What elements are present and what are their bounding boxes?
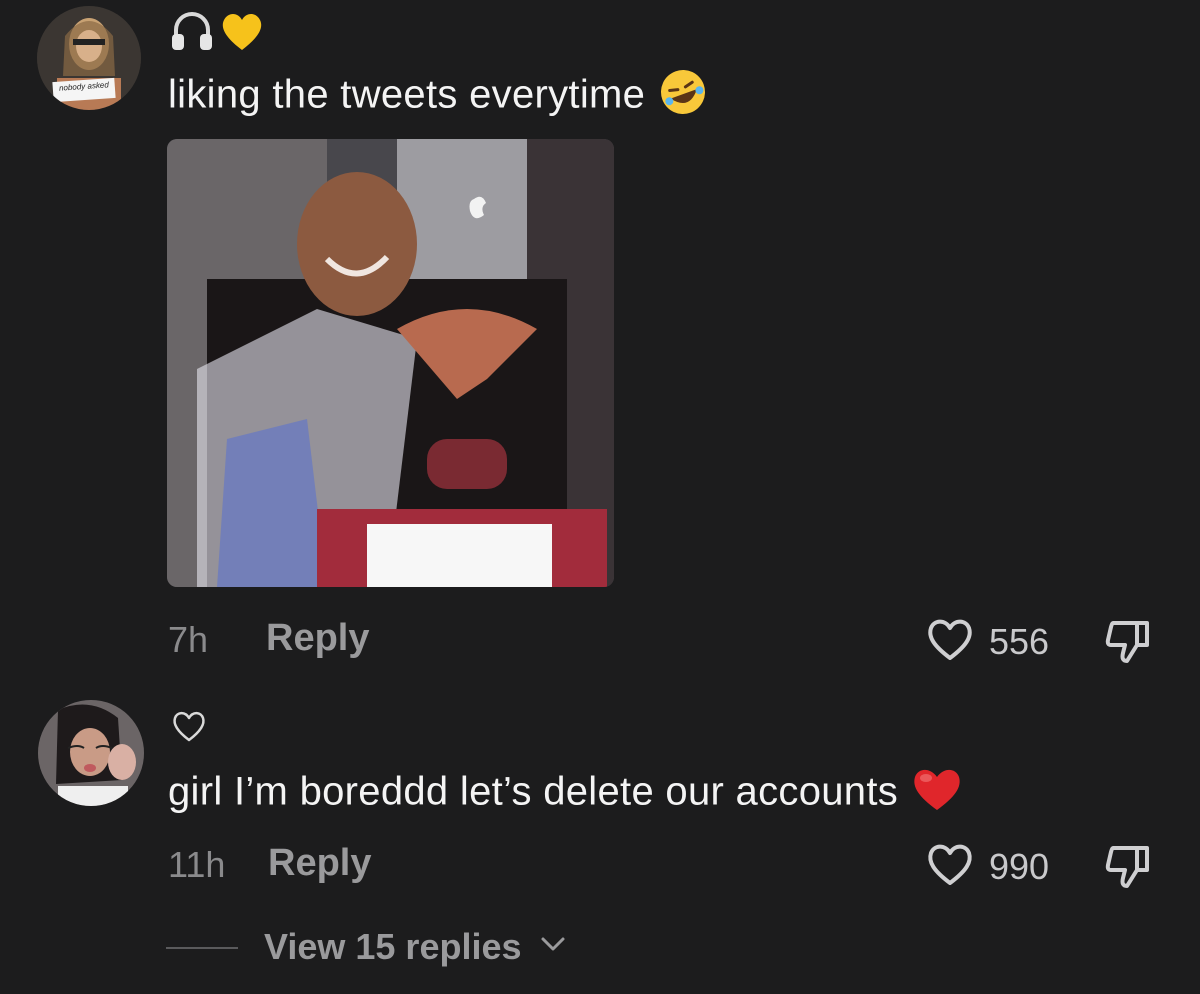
chevron-down-icon bbox=[539, 934, 567, 959]
reply-button[interactable]: Reply bbox=[268, 842, 371, 885]
like-count: 556 bbox=[989, 621, 1050, 662]
rolling-on-floor-laughing-emoji bbox=[657, 66, 709, 128]
comment-text: girl I’m boreddd let’s delete our accoun… bbox=[168, 764, 964, 824]
comment-text: liking the tweets everytime bbox=[168, 66, 709, 128]
comment-item: nobody asked liking the tweets everytime bbox=[0, 0, 1200, 690]
comment-item: girl I’m boreddd let’s delete our accoun… bbox=[0, 690, 1200, 994]
avatar[interactable]: nobody asked bbox=[37, 6, 141, 110]
red-heart-emoji bbox=[910, 764, 964, 824]
like-button[interactable]: 556 bbox=[925, 615, 1065, 665]
comment-actions: 11h Reply 990 bbox=[168, 840, 1168, 890]
view-replies-button[interactable]: View 15 replies bbox=[166, 922, 666, 972]
heart-outline-icon bbox=[925, 840, 975, 893]
comment-actions: 7h Reply 556 bbox=[168, 615, 1168, 665]
view-replies-label: View 15 replies bbox=[264, 926, 522, 967]
dislike-icon[interactable] bbox=[1103, 617, 1155, 672]
dislike-icon[interactable] bbox=[1103, 842, 1155, 897]
yellow-heart-icon bbox=[218, 8, 266, 59]
like-count: 990 bbox=[989, 846, 1050, 887]
like-button[interactable]: 990 bbox=[925, 840, 1065, 890]
avatar[interactable] bbox=[38, 700, 144, 806]
headphones-icon bbox=[168, 8, 216, 59]
comment-media-image[interactable] bbox=[167, 139, 614, 587]
comment-timestamp: 7h bbox=[168, 619, 209, 660]
divider-line bbox=[166, 947, 238, 949]
comment-text-content: girl I’m boreddd let’s delete our accoun… bbox=[168, 769, 899, 814]
heart-outline-icon bbox=[170, 708, 208, 749]
comment-timestamp: 11h bbox=[168, 844, 226, 885]
heart-outline-icon bbox=[925, 615, 975, 668]
reply-button[interactable]: Reply bbox=[266, 617, 369, 660]
comment-text-content: liking the tweets everytime bbox=[168, 72, 646, 117]
